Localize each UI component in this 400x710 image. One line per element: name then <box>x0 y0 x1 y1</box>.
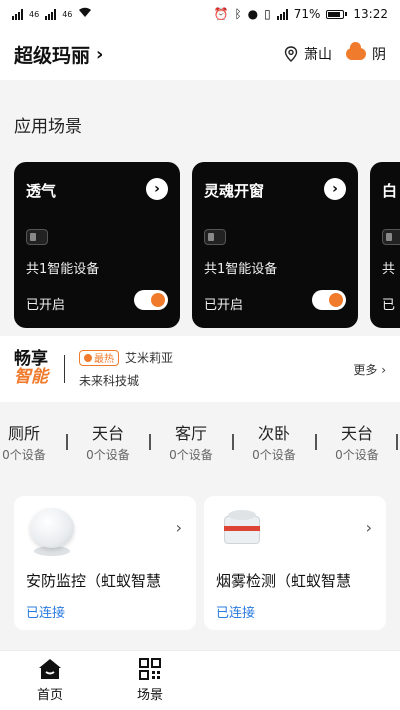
wifi-icon <box>78 7 92 21</box>
location-pin-icon <box>284 46 298 62</box>
signal-icon <box>45 8 57 20</box>
signal-icon <box>12 8 23 20</box>
home-icon <box>39 659 61 679</box>
room-tab[interactable]: 天台 0个设备 <box>321 420 393 463</box>
cloud-icon <box>346 42 366 60</box>
bluetooth-icon: ᛒ <box>234 7 242 21</box>
room-tab[interactable]: 客厅 0个设备 <box>155 420 227 463</box>
divider <box>66 434 68 450</box>
status-bar-right: ⏰ ᛒ ● ▯ 71% 13:22 <box>213 7 388 21</box>
divider <box>315 434 317 450</box>
scene-device-count: 共1智能设备 <box>204 262 278 277</box>
promo-logo: 畅享 智能 <box>14 350 48 387</box>
room-tab[interactable]: 厕所 0个设备 <box>0 420 60 463</box>
signal-icon <box>276 8 288 20</box>
scene-status: 已 <box>382 298 396 313</box>
clock: 13:22 <box>353 7 388 21</box>
network-type-1: 46 <box>29 9 40 19</box>
promo-banner[interactable]: 畅享 智能 最热 艾米莉亚 未来科技城 更多 › <box>0 336 400 402</box>
battery-percent: 71% <box>293 7 321 21</box>
divider <box>149 434 151 450</box>
chevron-right-icon: › <box>365 518 372 537</box>
scene-title: 灵魂开窗 <box>204 182 265 200</box>
room-device-count: 0个设备 <box>169 448 213 462</box>
room-name: 客厅 <box>174 424 207 443</box>
home-name: 超级玛丽 <box>14 44 91 67</box>
room-name: 次卧 <box>257 424 290 443</box>
promo-logo-line2: 智能 <box>14 367 48 387</box>
scene-device-count: 共1智能设备 <box>26 262 100 277</box>
device-card[interactable]: › 安防监控（虹蚁智慧 已连接 <box>14 496 196 630</box>
room-name: 天台 <box>91 424 124 443</box>
weather-label: 阴 <box>372 47 386 63</box>
tab-scenes[interactable]: 场景 <box>100 651 200 710</box>
room-tabs[interactable]: 厕所 0个设备 天台 0个设备 客厅 0个设备 次卧 0个设备 天台 0个设备 <box>0 420 400 476</box>
status-bar-left: 46 46 <box>12 7 92 21</box>
grid-icon <box>139 658 161 680</box>
scene-title: 白 <box>382 182 398 200</box>
device-card[interactable]: › 烟雾检测（虹蚁智慧 已连接 <box>204 496 386 630</box>
location-weather[interactable]: 萧山 阴 <box>284 42 386 64</box>
tab-home-label: 首页 <box>36 688 63 703</box>
divider <box>396 434 398 450</box>
divider <box>64 355 65 383</box>
device-toggle-icon <box>382 229 400 245</box>
promo-info: 最热 艾米莉亚 未来科技城 <box>79 349 173 389</box>
scene-device-count: 共 <box>382 262 396 277</box>
header: 超级玛丽 › 萧山 阴 <box>0 28 400 80</box>
room-device-count: 0个设备 <box>335 448 379 462</box>
room-tab[interactable]: 天台 0个设备 <box>72 420 144 463</box>
device-toggle-icon <box>26 229 48 245</box>
room-device-count: 0个设备 <box>86 448 130 462</box>
room-device-count: 0个设备 <box>2 448 46 462</box>
scene-title: 透气 <box>26 182 57 200</box>
scene-switch[interactable] <box>312 290 346 310</box>
promo-row: 最热 艾米莉亚 <box>79 349 173 366</box>
smoke-detector-icon <box>216 508 268 560</box>
hot-badge: 最热 <box>79 349 119 366</box>
device-status: 已连接 <box>26 606 66 621</box>
divider <box>232 434 234 450</box>
tab-home[interactable]: 首页 <box>0 651 100 710</box>
alarm-icon: ⏰ <box>213 7 229 21</box>
room-device-count: 0个设备 <box>252 448 296 462</box>
chevron-right-icon: › <box>175 518 182 537</box>
section-title-scenes: 应用场景 <box>14 117 82 137</box>
vibrate-icon: ▯ <box>264 7 271 21</box>
scene-status: 已开启 <box>26 298 66 313</box>
promo-place: 未来科技城 <box>79 374 140 388</box>
more-label: 更多 <box>353 362 378 377</box>
tab-scenes-label: 场景 <box>136 688 163 703</box>
device-name: 安防监控（虹蚁智慧 <box>26 572 162 590</box>
network-type-2: 46 <box>62 9 73 19</box>
room-name: 厕所 <box>7 424 40 443</box>
scene-card[interactable]: 白 共 已 <box>370 162 400 328</box>
promo-user: 艾米莉亚 <box>125 351 174 365</box>
room-name: 天台 <box>340 424 373 443</box>
scene-card[interactable]: 灵魂开窗 › 共1智能设备 已开启 <box>192 162 358 328</box>
scene-status: 已开启 <box>204 298 244 313</box>
device-toggle-icon <box>204 229 226 245</box>
chevron-right-icon[interactable]: › <box>324 178 346 200</box>
battery-icon <box>326 9 348 19</box>
location-icon: ● <box>247 7 259 21</box>
chevron-right-icon[interactable]: › <box>146 178 168 200</box>
room-tab[interactable]: 次卧 0个设备 <box>238 420 310 463</box>
scene-carousel[interactable]: 透气 › 共1智能设备 已开启 灵魂开窗 › 共1智能设备 已开启 白 共 已 <box>14 162 400 328</box>
flame-icon <box>84 353 92 362</box>
more-link[interactable]: 更多 › <box>353 361 386 378</box>
bottom-tab-bar: 首页 场景 <box>0 650 400 710</box>
chevron-right-icon: › <box>381 362 386 377</box>
hot-badge-label: 最热 <box>94 354 114 365</box>
device-status: 已连接 <box>216 606 256 621</box>
status-bar: 46 46 ⏰ ᛒ ● ▯ 71% 13:22 <box>0 0 400 28</box>
motion-sensor-icon <box>26 508 78 560</box>
scene-switch[interactable] <box>134 290 168 310</box>
device-name: 烟雾检测（虹蚁智慧 <box>216 572 352 590</box>
location-label: 萧山 <box>304 47 332 63</box>
chevron-right-icon: › <box>96 43 104 65</box>
scene-card[interactable]: 透气 › 共1智能设备 已开启 <box>14 162 180 328</box>
home-selector[interactable]: 超级玛丽 › <box>14 41 103 68</box>
